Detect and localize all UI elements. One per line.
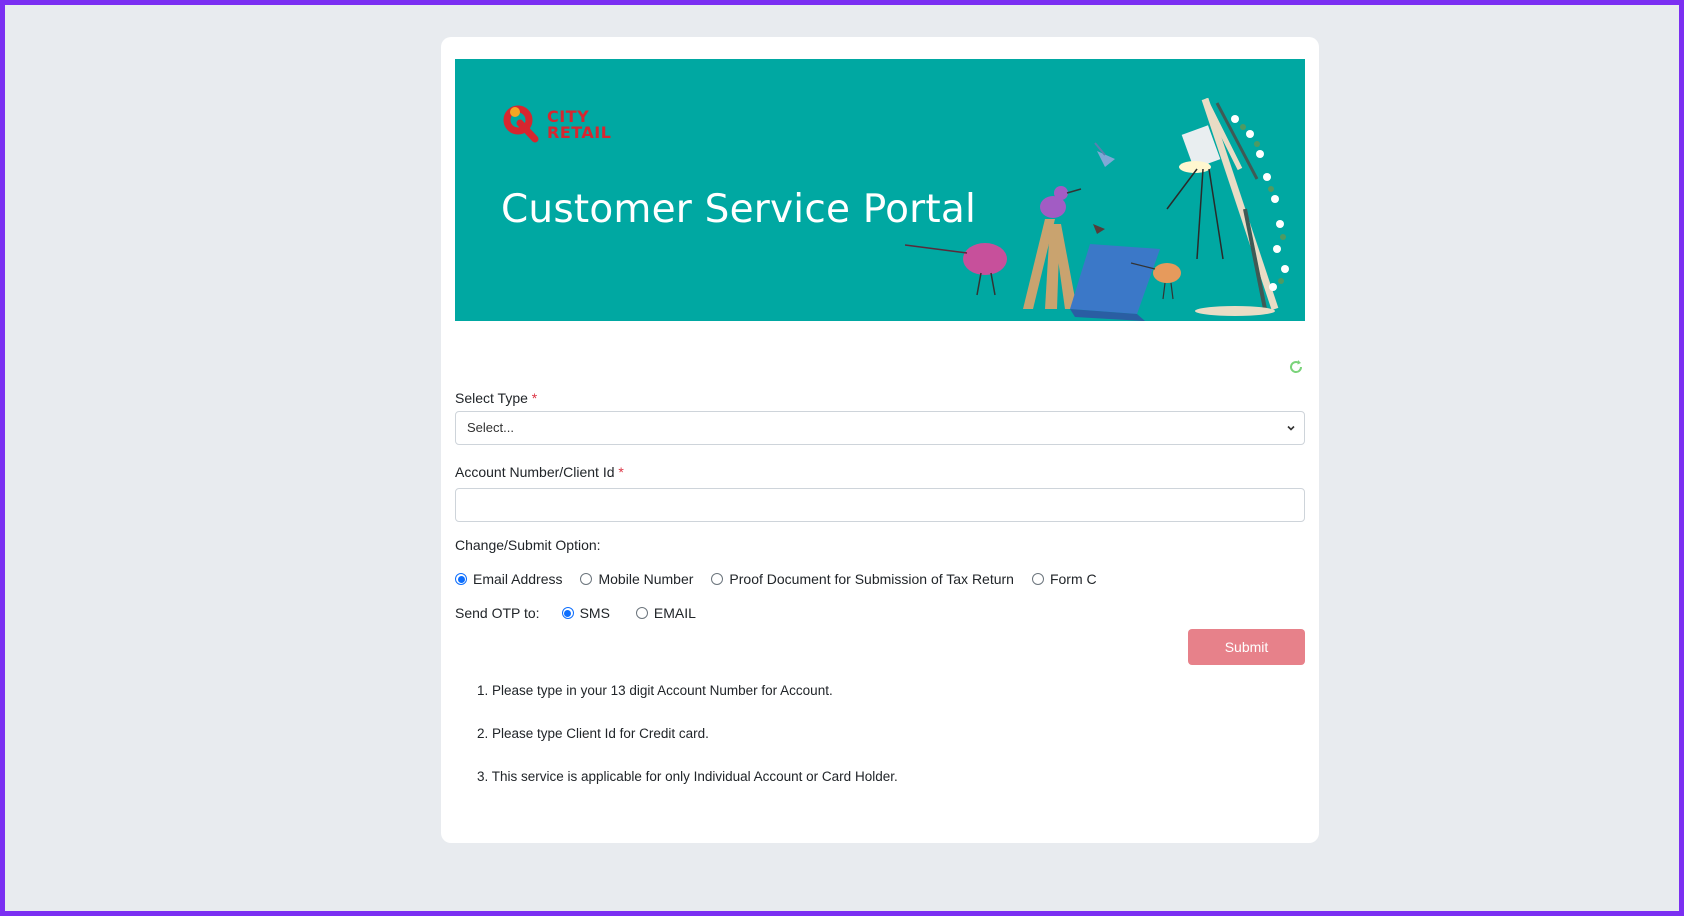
select-type-label: Select Type * <box>455 390 537 406</box>
option-email-address[interactable]: Email Address <box>455 571 562 587</box>
change-option-radio-group: Email Address Mobile Number Proof Docume… <box>455 571 1115 587</box>
option-proof-document[interactable]: Proof Document for Submission of Tax Ret… <box>711 571 1014 587</box>
page-background: CITY RETAIL Customer Service Portal Sele… <box>5 5 1679 911</box>
required-mark: * <box>531 390 538 406</box>
otp-label: Send OTP to: <box>455 605 540 621</box>
logo-line-2: RETAIL <box>547 123 612 142</box>
banner-illustration <box>905 97 1289 321</box>
option-label: Email Address <box>473 571 563 587</box>
option-label: EMAIL <box>653 605 696 621</box>
radio-button[interactable] <box>580 573 593 585</box>
account-number-input[interactable] <box>455 488 1305 522</box>
select-type-label-text: Select Type <box>455 390 528 406</box>
radio-button[interactable] <box>1031 573 1044 585</box>
option-label: Form C <box>1049 571 1097 587</box>
otp-option-sms[interactable]: SMS <box>561 605 610 621</box>
refresh-icon[interactable] <box>1288 359 1304 375</box>
option-form-c[interactable]: Form C <box>1031 571 1097 587</box>
instruction-item: 2. Please type Client Id for Credit card… <box>477 726 709 741</box>
option-label: Proof Document for Submission of Tax Ret… <box>729 571 1014 587</box>
instruction-item: 3. This service is applicable for only I… <box>477 769 898 784</box>
radio-button[interactable] <box>561 607 574 619</box>
logo-mark-icon <box>503 105 539 143</box>
radio-button[interactable] <box>711 573 724 585</box>
option-label: Mobile Number <box>598 571 694 587</box>
otp-radio-group: Send OTP to: SMS EMAIL <box>455 605 722 621</box>
account-label: Account Number/Client Id * <box>455 464 624 480</box>
required-mark: * <box>618 464 624 480</box>
logo-text: CITY RETAIL <box>547 109 611 141</box>
portal-card: CITY RETAIL Customer Service Portal Sele… <box>441 37 1319 843</box>
radio-button[interactable] <box>455 573 467 585</box>
submit-button[interactable]: Submit <box>1188 629 1305 665</box>
portal-banner: CITY RETAIL Customer Service Portal <box>455 59 1305 321</box>
instructions-list: 1. Please type in your 13 digit Account … <box>477 682 898 811</box>
radio-button[interactable] <box>635 607 648 619</box>
select-type-dropdown[interactable]: Select... <box>455 411 1305 445</box>
instruction-item: 1. Please type in your 13 digit Account … <box>477 683 833 698</box>
city-retail-logo: CITY RETAIL <box>501 103 621 145</box>
otp-option-email[interactable]: EMAIL <box>635 605 696 621</box>
chevron-down-icon <box>1287 425 1295 431</box>
change-option-label: Change/Submit Option: <box>455 537 601 553</box>
option-label: SMS <box>579 605 610 621</box>
option-mobile-number[interactable]: Mobile Number <box>580 571 693 587</box>
select-type-value: Select... <box>467 420 514 435</box>
account-label-text: Account Number/Client Id <box>455 464 615 480</box>
